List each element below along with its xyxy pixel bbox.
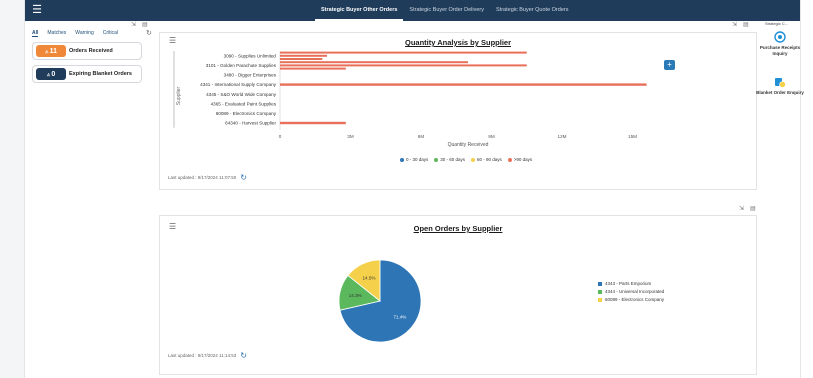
alert-label: Expiring Blanket Orders <box>69 71 132 77</box>
bar <box>280 64 527 67</box>
category-label: 4365 - Evaluated Paint Supplies <box>211 101 277 106</box>
x-tick-label: 3M <box>347 134 354 139</box>
x-tick-label: 15M <box>628 134 637 139</box>
refresh-icon[interactable]: ↻ <box>240 173 247 182</box>
purchase-receipts-inquiry-link[interactable]: Purchase Receipts Inquiry <box>756 31 804 56</box>
top-navigation-bar: ☰ Strategic Buyer Other Orders Strategic… <box>25 0 800 21</box>
category-label: 3090 - Supplies Unlimited <box>224 53 277 58</box>
pie-chart-legend: 4343 - Parts Emporium 4344 - Universal I… <box>598 281 664 305</box>
legend-item[interactable]: 30 - 60 days <box>434 157 465 162</box>
blanket-order-enquiry-link[interactable]: Blanket Order Enquiry <box>756 76 804 96</box>
x-tick-label: 9M <box>488 134 495 139</box>
category-label: 4345 - S&O World Wide Company <box>206 92 277 97</box>
expiring-blanket-badge: ⚠ 0 <box>36 68 66 80</box>
open-orders-card: ☰ Open Orders by Supplier 71.4% 14.3% 14.5… <box>159 215 757 375</box>
category-label: 3480 - Digger Enterprises <box>224 73 277 78</box>
legend-item[interactable]: >90 days <box>507 157 532 162</box>
category-label: 3101 - Golden Parachute Supplies <box>206 63 277 68</box>
page-tabs: Strategic Buyer Other Orders Strategic B… <box>315 0 574 21</box>
bar <box>280 58 323 60</box>
x-axis-label: Quantity Received <box>448 142 489 148</box>
filter-all[interactable]: All <box>32 30 39 37</box>
dashboard-content: ⇲ ▤ All Matches Warning Critical ↻ ⚠ 11 O… <box>25 21 804 378</box>
legend-item[interactable]: 0 - 30 days <box>400 157 428 162</box>
bar <box>280 83 647 86</box>
expand-icon[interactable]: ⇲ <box>739 205 744 212</box>
list-view-icon[interactable]: ▤ <box>750 205 756 212</box>
receipts-icon <box>774 31 786 43</box>
collapse-icon[interactable]: ⇲ <box>131 21 136 28</box>
quick-links-title: Strategic C... <box>765 21 789 26</box>
alerts-panel-icons: ⇲ ▤ <box>131 21 148 28</box>
outer-left-frame <box>0 0 25 378</box>
list-view-icon[interactable]: ▤ <box>142 21 148 28</box>
bar-chart-legend: 0 - 30 days 30 - 60 days 60 - 90 days >9… <box>400 157 532 162</box>
refresh-icon[interactable]: ↻ <box>240 351 247 360</box>
y-axis-label: Supplier <box>176 87 182 106</box>
refresh-icon[interactable]: ↻ <box>146 29 152 37</box>
list-view-icon[interactable]: ▤ <box>743 21 749 28</box>
open-orders-pie-chart: 71.4% 14.3% 14.5% <box>338 259 422 343</box>
legend-item[interactable]: 4344 - Universal Incorporated <box>598 289 664 294</box>
x-tick-label: 12M <box>558 134 567 139</box>
page: ☰ Strategic Buyer Other Orders Strategic… <box>0 0 813 378</box>
last-updated: Last updated : 9/17/2024 11:14:53 ↻ <box>168 351 247 360</box>
category-label: 60089 - Electronics Company <box>216 111 277 116</box>
slice-label: 14.3% <box>349 293 362 298</box>
slice-label: 71.4% <box>393 314 406 319</box>
legend-item[interactable]: 60089 - Electronics Company <box>598 297 664 302</box>
bar <box>280 67 346 70</box>
bar <box>280 54 327 57</box>
legend-item[interactable]: 4343 - Parts Emporium <box>598 281 664 286</box>
tab-strategic-buyer-quote-orders[interactable]: Strategic Buyer Quote Orders <box>490 0 574 21</box>
bar <box>280 51 527 54</box>
expand-icon[interactable]: ⇲ <box>732 21 737 28</box>
alert-filter-tabs: All Matches Warning Critical <box>32 30 118 37</box>
quantity-card-top-icons: ⇲ ▤ <box>732 21 749 28</box>
orders-received-badge: ⚠ 11 <box>36 45 66 57</box>
card-title: Open Orders by Supplier <box>413 224 503 233</box>
tab-strategic-buyer-order-delivery[interactable]: Strategic Buyer Order Delivery <box>403 0 490 21</box>
alert-expiring-blanket-orders[interactable]: ⚠ 0 Expiring Blanket Orders <box>32 65 142 83</box>
x-tick-label: 0 <box>279 134 282 139</box>
category-label: 4341 - International Supply Company <box>200 82 277 87</box>
quantity-analysis-card: ☰ Quantity Analysis by Supplier + Suppli… <box>159 32 757 190</box>
category-label: 64340 - Harvest Supplier <box>225 121 276 126</box>
last-updated: Last updated : 9/17/2024 11:07:50 ↻ <box>168 173 247 182</box>
tab-strategic-buyer-other-orders[interactable]: Strategic Buyer Other Orders <box>315 0 404 21</box>
alert-label: Orders Received <box>69 48 113 54</box>
bar <box>280 61 468 64</box>
outer-right-frame <box>800 0 813 378</box>
filter-critical[interactable]: Critical <box>103 30 118 37</box>
legend-item[interactable]: 60 - 90 days <box>471 157 502 162</box>
blanket-order-icon <box>775 78 786 88</box>
filter-warning[interactable]: Warning <box>75 30 93 37</box>
slice-label: 14.5% <box>362 276 375 281</box>
filter-matches[interactable]: Matches <box>47 30 66 37</box>
orders-card-top-icons: ⇲ ▤ <box>739 205 756 212</box>
hamburger-menu-icon[interactable]: ☰ <box>30 4 44 16</box>
x-tick-label: 6M <box>418 134 425 139</box>
alert-orders-received[interactable]: ⚠ 11 Orders Received <box>32 42 142 60</box>
bar <box>280 121 346 125</box>
